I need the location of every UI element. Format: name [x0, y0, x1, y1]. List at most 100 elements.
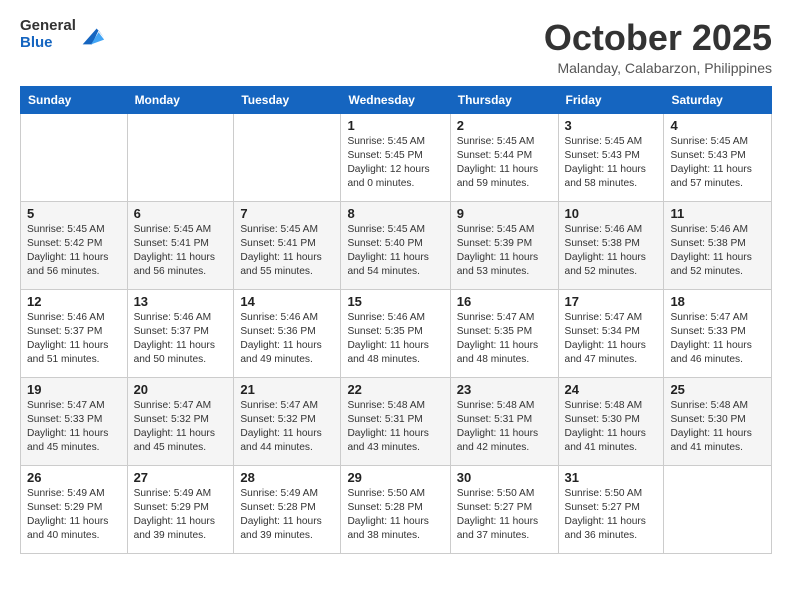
day-info-9: Sunrise: 5:45 AM Sunset: 5:39 PM Dayligh… [457, 223, 552, 280]
cell-week1-day4: 9Sunrise: 5:45 AM Sunset: 5:39 PM Daylig… [450, 201, 558, 289]
day-info-29: Sunrise: 5:50 AM Sunset: 5:28 PM Dayligh… [347, 487, 443, 544]
cell-week4-day1: 27 Sunrise: 5:49 AM Sunset: 5:29 PM Dayli… [127, 465, 234, 553]
day-number-13: 13 [134, 294, 228, 309]
day-info-8: Sunrise: 5:45 AM Sunset: 5:40 PM Dayligh… [347, 223, 443, 280]
header-wednesday: Wednesday [341, 86, 450, 113]
header-saturday: Saturday [664, 86, 772, 113]
logo-text: General Blue [20, 18, 76, 51]
cell-week0-day2 [234, 113, 341, 201]
cell-week3-day0: 19 Sunrise: 5:47 AM Sunset: 5:33 PM Dayli… [21, 377, 128, 465]
cell-week1-day5: 10Sunrise: 5:46 AM Sunset: 5:38 PM Dayli… [558, 201, 664, 289]
day-number-14: 14 [240, 294, 334, 309]
logo-blue: Blue [20, 35, 76, 52]
day-number-27: 27 [134, 470, 228, 485]
day-number-17: 17 [565, 294, 658, 309]
day-number-3: 3 [565, 118, 658, 133]
day-info-13: Sunrise: 5:46 AM Sunset: 5:37 PM Dayligh… [134, 311, 228, 368]
cell-week1-day6: 11 Sunrise: 5:46 AM Sunset: 5:38 PM Dayli… [664, 201, 772, 289]
weekday-header-row: Sunday Monday Tuesday Wednesday Thursday… [21, 86, 772, 113]
cell-week2-day0: 12 Sunrise: 5:46 AM Sunset: 5:37 PM Dayli… [21, 289, 128, 377]
day-number-11: 11 [670, 206, 765, 221]
day-info-20: Sunrise: 5:47 AM Sunset: 5:32 PM Dayligh… [134, 399, 228, 456]
day-info-17: Sunrise: 5:47 AM Sunset: 5:34 PM Dayligh… [565, 311, 658, 368]
day-info-15: Sunrise: 5:46 AM Sunset: 5:35 PM Dayligh… [347, 311, 443, 368]
day-number-28: 28 [240, 470, 334, 485]
day-number-12: 12 [27, 294, 121, 309]
day-number-6: 6 [134, 206, 228, 221]
cell-week0-day4: 2 Sunrise: 5:45 AM Sunset: 5:44 PM Daylig… [450, 113, 558, 201]
logo-icon [78, 21, 106, 49]
cell-week2-day3: 15 Sunrise: 5:46 AM Sunset: 5:35 PM Dayli… [341, 289, 450, 377]
day-info-26: Sunrise: 5:49 AM Sunset: 5:29 PM Dayligh… [27, 487, 121, 544]
day-number-23: 23 [457, 382, 552, 397]
day-number-19: 19 [27, 382, 121, 397]
day-number-4: 4 [670, 118, 765, 133]
day-info-24: Sunrise: 5:48 AM Sunset: 5:30 PM Dayligh… [565, 399, 658, 456]
day-info-25: Sunrise: 5:48 AM Sunset: 5:30 PM Dayligh… [670, 399, 765, 456]
day-info-19: Sunrise: 5:47 AM Sunset: 5:33 PM Dayligh… [27, 399, 121, 456]
day-info-2: Sunrise: 5:45 AM Sunset: 5:44 PM Dayligh… [457, 135, 552, 192]
cell-week4-day6 [664, 465, 772, 553]
logo: General Blue [20, 18, 106, 51]
cell-week1-day0: 5 Sunrise: 5:45 AM Sunset: 5:42 PM Daylig… [21, 201, 128, 289]
day-info-27: Sunrise: 5:49 AM Sunset: 5:29 PM Dayligh… [134, 487, 228, 544]
day-info-10: Sunrise: 5:46 AM Sunset: 5:38 PM Dayligh… [565, 223, 658, 280]
cell-week4-day0: 26 Sunrise: 5:49 AM Sunset: 5:29 PM Dayli… [21, 465, 128, 553]
day-info-4: Sunrise: 5:45 AM Sunset: 5:43 PM Dayligh… [670, 135, 765, 192]
day-info-11: Sunrise: 5:46 AM Sunset: 5:38 PM Dayligh… [670, 223, 765, 280]
day-info-23: Sunrise: 5:48 AM Sunset: 5:31 PM Dayligh… [457, 399, 552, 456]
cell-week3-day6: 25Sunrise: 5:48 AM Sunset: 5:30 PM Dayli… [664, 377, 772, 465]
day-number-2: 2 [457, 118, 552, 133]
day-number-30: 30 [457, 470, 552, 485]
logo-general: General [20, 18, 76, 35]
cell-week4-day3: 29 Sunrise: 5:50 AM Sunset: 5:28 PM Dayli… [341, 465, 450, 553]
header-monday: Monday [127, 86, 234, 113]
header-tuesday: Tuesday [234, 86, 341, 113]
week-row-2: 12 Sunrise: 5:46 AM Sunset: 5:37 PM Dayli… [21, 289, 772, 377]
day-number-26: 26 [27, 470, 121, 485]
day-number-31: 31 [565, 470, 658, 485]
header-sunday: Sunday [21, 86, 128, 113]
day-info-7: Sunrise: 5:45 AM Sunset: 5:41 PM Dayligh… [240, 223, 334, 280]
cell-week2-day1: 13 Sunrise: 5:46 AM Sunset: 5:37 PM Dayli… [127, 289, 234, 377]
cell-week3-day5: 24 Sunrise: 5:48 AM Sunset: 5:30 PM Dayli… [558, 377, 664, 465]
month-title: October 2025 [544, 18, 772, 58]
cell-week0-day3: 1 Sunrise: 5:45 AM Sunset: 5:45 PM Daylig… [341, 113, 450, 201]
day-info-1: Sunrise: 5:45 AM Sunset: 5:45 PM Dayligh… [347, 135, 443, 192]
header-area: General Blue October 2025 Malanday, Cala… [20, 18, 772, 76]
header-thursday: Thursday [450, 86, 558, 113]
calendar-table: Sunday Monday Tuesday Wednesday Thursday… [20, 86, 772, 554]
day-info-12: Sunrise: 5:46 AM Sunset: 5:37 PM Dayligh… [27, 311, 121, 368]
week-row-3: 19 Sunrise: 5:47 AM Sunset: 5:33 PM Dayli… [21, 377, 772, 465]
week-row-1: 5 Sunrise: 5:45 AM Sunset: 5:42 PM Daylig… [21, 201, 772, 289]
day-info-5: Sunrise: 5:45 AM Sunset: 5:42 PM Dayligh… [27, 223, 121, 280]
cell-week4-day5: 31 Sunrise: 5:50 AM Sunset: 5:27 PM Dayli… [558, 465, 664, 553]
day-info-16: Sunrise: 5:47 AM Sunset: 5:35 PM Dayligh… [457, 311, 552, 368]
cell-week3-day2: 21 Sunrise: 5:47 AM Sunset: 5:32 PM Dayli… [234, 377, 341, 465]
day-info-3: Sunrise: 5:45 AM Sunset: 5:43 PM Dayligh… [565, 135, 658, 192]
day-number-21: 21 [240, 382, 334, 397]
day-number-22: 22 [347, 382, 443, 397]
day-info-14: Sunrise: 5:46 AM Sunset: 5:36 PM Dayligh… [240, 311, 334, 368]
cell-week2-day2: 14 Sunrise: 5:46 AM Sunset: 5:36 PM Dayli… [234, 289, 341, 377]
day-info-31: Sunrise: 5:50 AM Sunset: 5:27 PM Dayligh… [565, 487, 658, 544]
cell-week2-day6: 18 Sunrise: 5:47 AM Sunset: 5:33 PM Dayli… [664, 289, 772, 377]
day-number-18: 18 [670, 294, 765, 309]
day-number-5: 5 [27, 206, 121, 221]
day-info-21: Sunrise: 5:47 AM Sunset: 5:32 PM Dayligh… [240, 399, 334, 456]
day-number-24: 24 [565, 382, 658, 397]
cell-week4-day4: 30 Sunrise: 5:50 AM Sunset: 5:27 PM Dayli… [450, 465, 558, 553]
cell-week3-day1: 20Sunrise: 5:47 AM Sunset: 5:32 PM Dayli… [127, 377, 234, 465]
page: General Blue October 2025 Malanday, Cala… [0, 0, 792, 612]
day-number-1: 1 [347, 118, 443, 133]
day-number-29: 29 [347, 470, 443, 485]
day-number-7: 7 [240, 206, 334, 221]
cell-week0-day1 [127, 113, 234, 201]
title-area: October 2025 Malanday, Calabarzon, Phili… [544, 18, 772, 76]
day-number-15: 15 [347, 294, 443, 309]
day-info-30: Sunrise: 5:50 AM Sunset: 5:27 PM Dayligh… [457, 487, 552, 544]
cell-week0-day0 [21, 113, 128, 201]
cell-week3-day3: 22Sunrise: 5:48 AM Sunset: 5:31 PM Dayli… [341, 377, 450, 465]
day-info-18: Sunrise: 5:47 AM Sunset: 5:33 PM Dayligh… [670, 311, 765, 368]
header-friday: Friday [558, 86, 664, 113]
